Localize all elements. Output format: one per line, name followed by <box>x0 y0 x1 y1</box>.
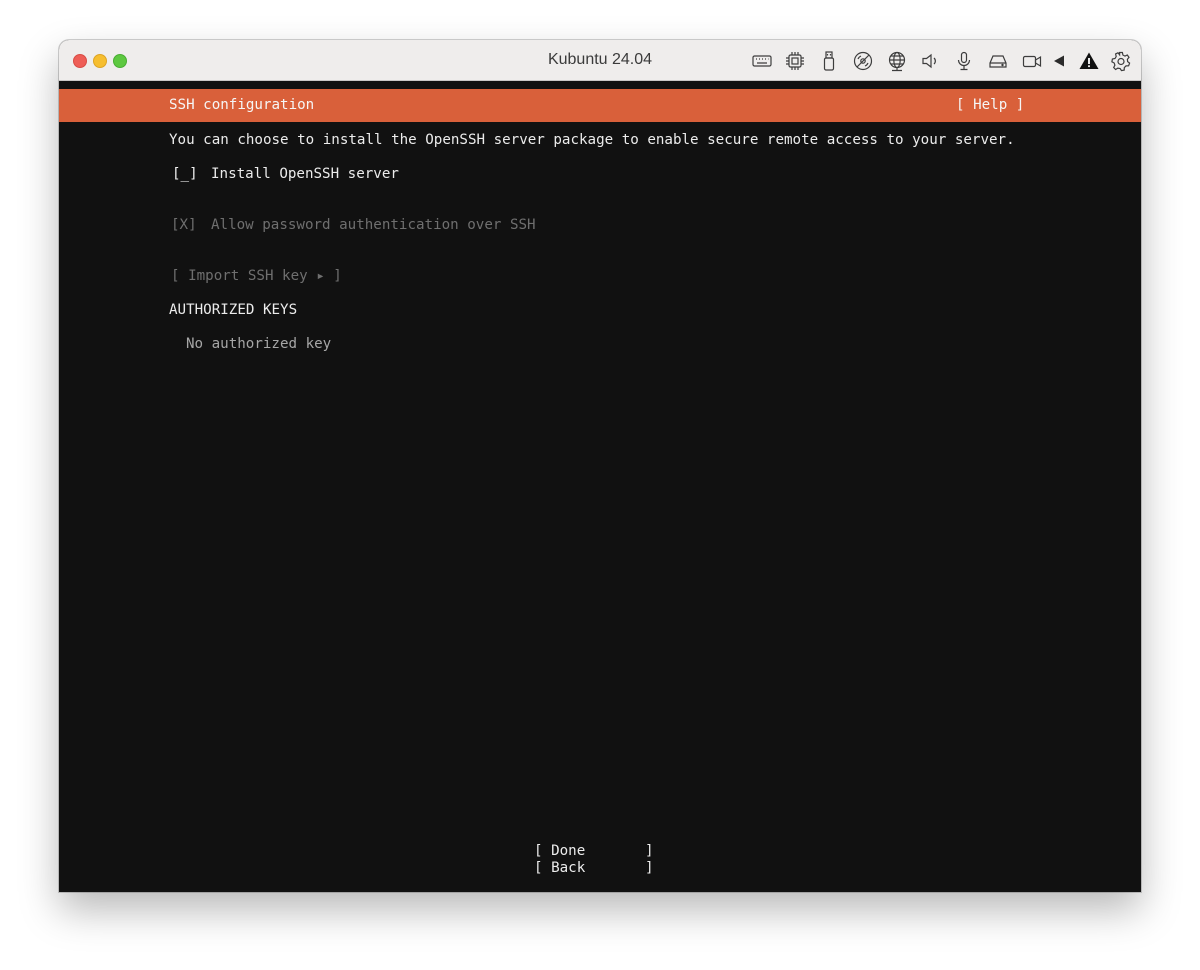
cpu-icon[interactable] <box>784 50 806 72</box>
password-auth-checkbox: [X] <box>171 217 197 233</box>
drive-icon[interactable] <box>987 50 1009 72</box>
help-button[interactable]: [ Help ] <box>956 97 1024 113</box>
vm-window: Kubuntu 24.04 SSH configuration [Help]… <box>59 40 1141 892</box>
keyboard-icon[interactable] <box>751 50 773 72</box>
vm-screen[interactable]: SSH configuration [ Help ] You can choos… <box>59 81 1141 892</box>
network-icon[interactable] <box>886 50 908 72</box>
minimize-window-button[interactable] <box>93 54 107 68</box>
speaker-icon[interactable] <box>919 50 941 72</box>
password-auth-label: Allow password authentication over SSH <box>211 217 536 233</box>
warning-icon[interactable] <box>1078 50 1100 72</box>
ssh-description: You can choose to install the OpenSSH se… <box>169 132 1015 148</box>
installer-title: SSH configuration <box>169 97 315 113</box>
authorized-keys-heading: AUTHORIZED KEYS <box>169 302 298 318</box>
microphone-icon[interactable] <box>953 50 975 72</box>
back-button[interactable]: [ Back ] <box>534 860 654 876</box>
window-title: Kubuntu 24.04 <box>547 51 653 68</box>
done-button[interactable]: [ Done ] <box>534 843 654 859</box>
close-window-button[interactable] <box>73 54 87 68</box>
back-triangle-icon[interactable] <box>1048 50 1070 72</box>
import-ssh-key-button: [ Import SSH key ▸ ] <box>171 268 342 284</box>
usb-icon[interactable] <box>818 50 840 72</box>
gear-icon[interactable] <box>1110 50 1132 72</box>
authorized-keys-empty-message: No authorized key <box>186 336 332 352</box>
disc-icon[interactable] <box>852 50 874 72</box>
install-openssh-label[interactable]: Install OpenSSH server <box>211 166 399 182</box>
camera-icon[interactable] <box>1021 50 1043 72</box>
zoom-window-button[interactable] <box>113 54 127 68</box>
install-openssh-checkbox[interactable]: [_] <box>172 166 198 182</box>
title-bar[interactable]: Kubuntu 24.04 <box>59 40 1141 81</box>
